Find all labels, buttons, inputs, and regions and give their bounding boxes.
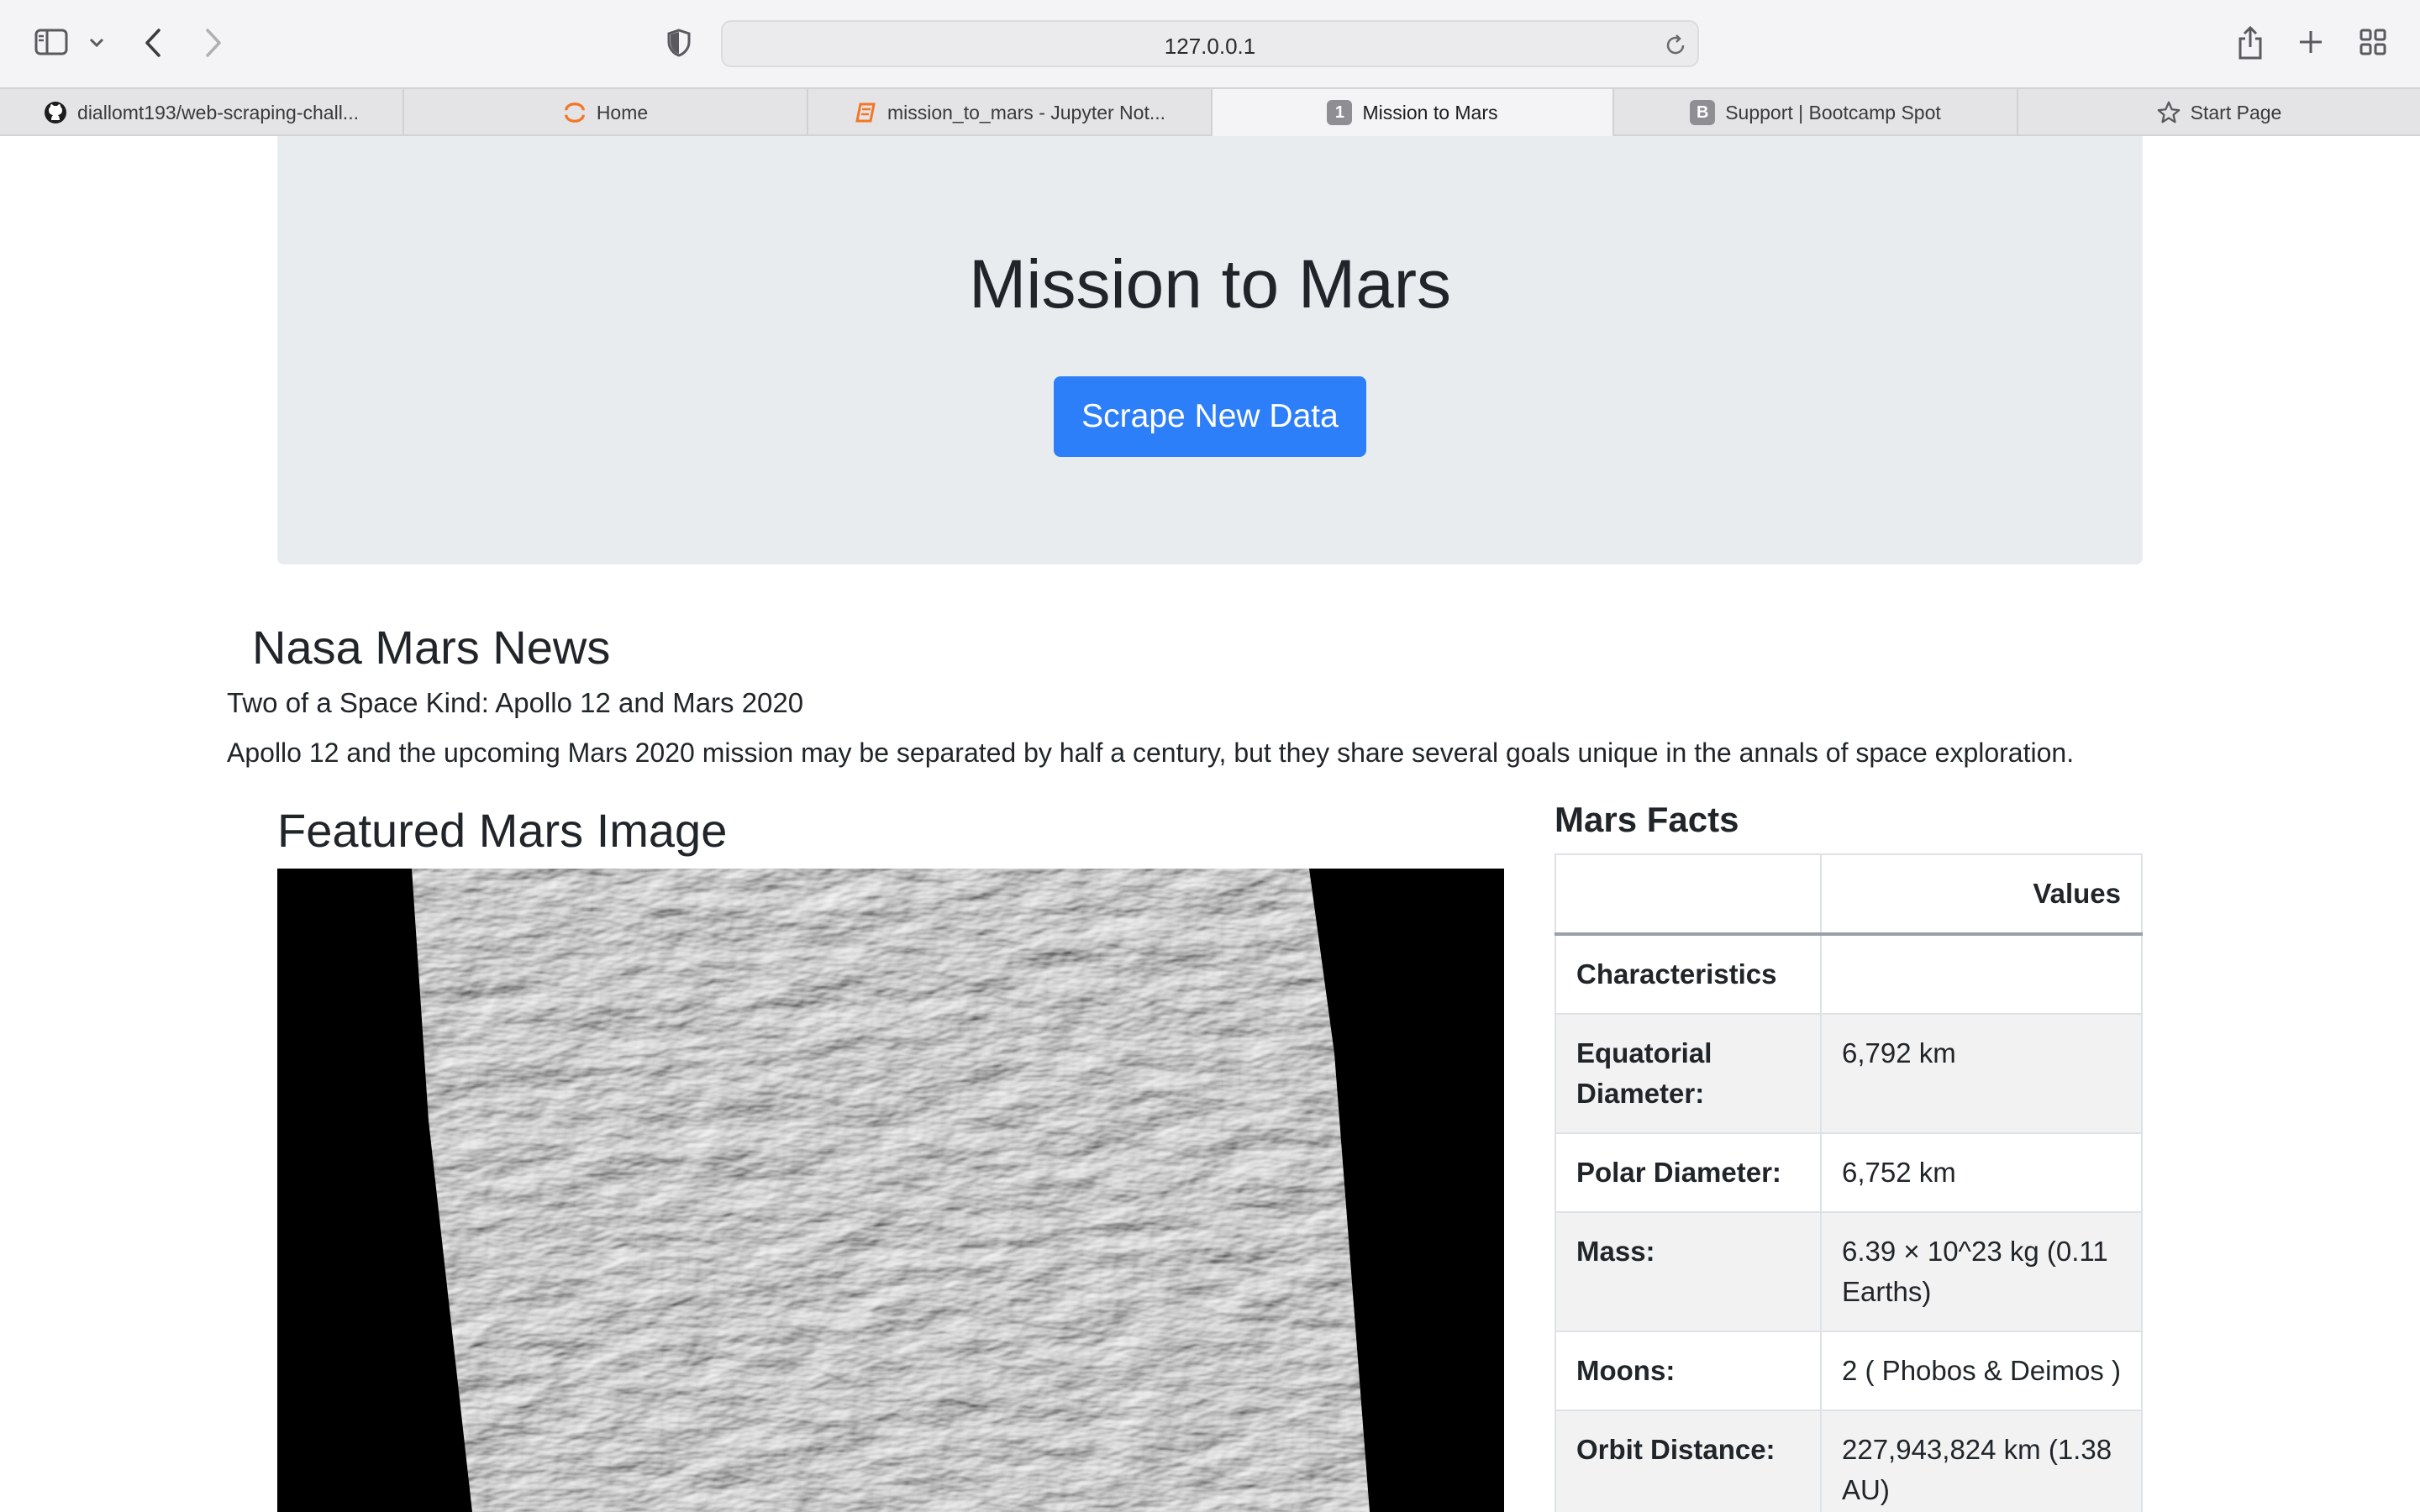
number-badge-icon: 1 bbox=[1327, 100, 1353, 125]
featured-image-title: Featured Mars Image bbox=[277, 804, 728, 857]
fact-label: Characteristics bbox=[1555, 933, 1822, 1015]
share-icon[interactable] bbox=[2233, 24, 2267, 62]
tab-label: Mission to Mars bbox=[1362, 101, 1498, 123]
back-icon[interactable] bbox=[138, 25, 168, 60]
tab-mission-to-mars[interactable]: 1 Mission to Mars bbox=[1213, 89, 1614, 136]
tab-bootcamp-spot[interactable]: B Support | Bootcamp Spot bbox=[1614, 89, 2018, 136]
tab-overview-icon[interactable] bbox=[2358, 27, 2388, 57]
fact-value bbox=[1820, 933, 2143, 1015]
tab-label: Home bbox=[596, 101, 649, 123]
tab-label: Start Page bbox=[2190, 101, 2282, 123]
scrape-new-data-button[interactable]: Scrape New Data bbox=[1054, 376, 1366, 457]
news-paragraph: Apollo 12 and the upcoming Mars 2020 mis… bbox=[227, 738, 2075, 768]
tab-github[interactable]: diallomt193/web-scraping-chall... bbox=[0, 89, 404, 136]
fact-value: 6.39 × 10^23 kg (0.11 Earths) bbox=[1820, 1211, 2143, 1332]
notebook-icon bbox=[854, 101, 877, 124]
new-tab-icon[interactable] bbox=[2296, 27, 2326, 57]
address-bar[interactable]: 127.0.0.1 bbox=[721, 20, 1699, 67]
jumbotron: Mission to Mars Scrape New Data bbox=[277, 136, 2143, 564]
forward-icon[interactable] bbox=[198, 25, 229, 60]
tab-label: mission_to_mars - Jupyter Not... bbox=[886, 101, 1166, 123]
table-row: Equatorial Diameter: 6,792 km bbox=[1555, 1013, 2143, 1134]
fact-value: 6,792 km bbox=[1820, 1013, 2143, 1134]
fact-label: Polar Diameter: bbox=[1555, 1132, 1822, 1213]
tab-label: Support | Bootcamp Spot bbox=[1725, 101, 1941, 123]
news-headline: Two of a Space Kind: Apollo 12 and Mars … bbox=[227, 687, 804, 718]
fact-value: 6,752 km bbox=[1820, 1132, 2143, 1213]
tab-start-page[interactable]: Start Page bbox=[2018, 89, 2420, 136]
table-row: Mass: 6.39 × 10^23 kg (0.11 Earths) bbox=[1555, 1211, 2143, 1332]
fact-value: 227,943,824 km (1.38 AU) bbox=[1820, 1410, 2143, 1512]
news-section-title: Nasa Mars News bbox=[252, 621, 611, 674]
fact-value: 2 ( Phobos & Deimos ) bbox=[1820, 1331, 2143, 1411]
privacy-shield-icon[interactable] bbox=[664, 27, 694, 59]
table-row: Orbit Distance: 227,943,824 km (1.38 AU) bbox=[1555, 1410, 2143, 1512]
jupyter-icon bbox=[563, 101, 587, 124]
page-title: Mission to Mars bbox=[968, 246, 1452, 323]
sidebar-toggle-icon[interactable] bbox=[32, 25, 71, 59]
table-row: Polar Diameter: 6,752 km bbox=[1555, 1132, 2143, 1213]
table-row: Characteristics bbox=[1555, 933, 2143, 1015]
tab-label: diallomt193/web-scraping-chall... bbox=[77, 101, 359, 123]
tab-bar: diallomt193/web-scraping-chall... Home m… bbox=[0, 87, 2420, 136]
table-row: Moons: 2 ( Phobos & Deimos ) bbox=[1555, 1331, 2143, 1411]
mars-facts-title: Mars Facts bbox=[1555, 800, 1739, 839]
browser-toolbar: 127.0.0.1 bbox=[0, 0, 2420, 87]
tab-jupyter-notebook[interactable]: mission_to_mars - Jupyter Not... bbox=[808, 89, 1213, 136]
fact-label: Moons: bbox=[1555, 1331, 1822, 1411]
letter-badge-icon: B bbox=[1690, 100, 1716, 125]
table-header-values: Values bbox=[1820, 853, 2143, 936]
tab-home[interactable]: Home bbox=[404, 89, 808, 136]
github-icon bbox=[44, 101, 67, 124]
table-header-cell bbox=[1555, 853, 1822, 936]
star-icon bbox=[2157, 101, 2181, 124]
chevron-down-icon[interactable] bbox=[84, 32, 109, 54]
fact-label: Orbit Distance: bbox=[1555, 1410, 1822, 1512]
fact-label: Equatorial Diameter: bbox=[1555, 1013, 1822, 1134]
url-text: 127.0.0.1 bbox=[1164, 34, 1256, 59]
mars-facts-table: Values Characteristics Equatorial Diamet… bbox=[1555, 853, 2143, 1512]
reload-icon[interactable] bbox=[1662, 32, 1689, 59]
table-header-row: Values bbox=[1555, 853, 2143, 936]
featured-mars-image bbox=[277, 869, 1504, 1512]
fact-label: Mass: bbox=[1555, 1211, 1822, 1332]
